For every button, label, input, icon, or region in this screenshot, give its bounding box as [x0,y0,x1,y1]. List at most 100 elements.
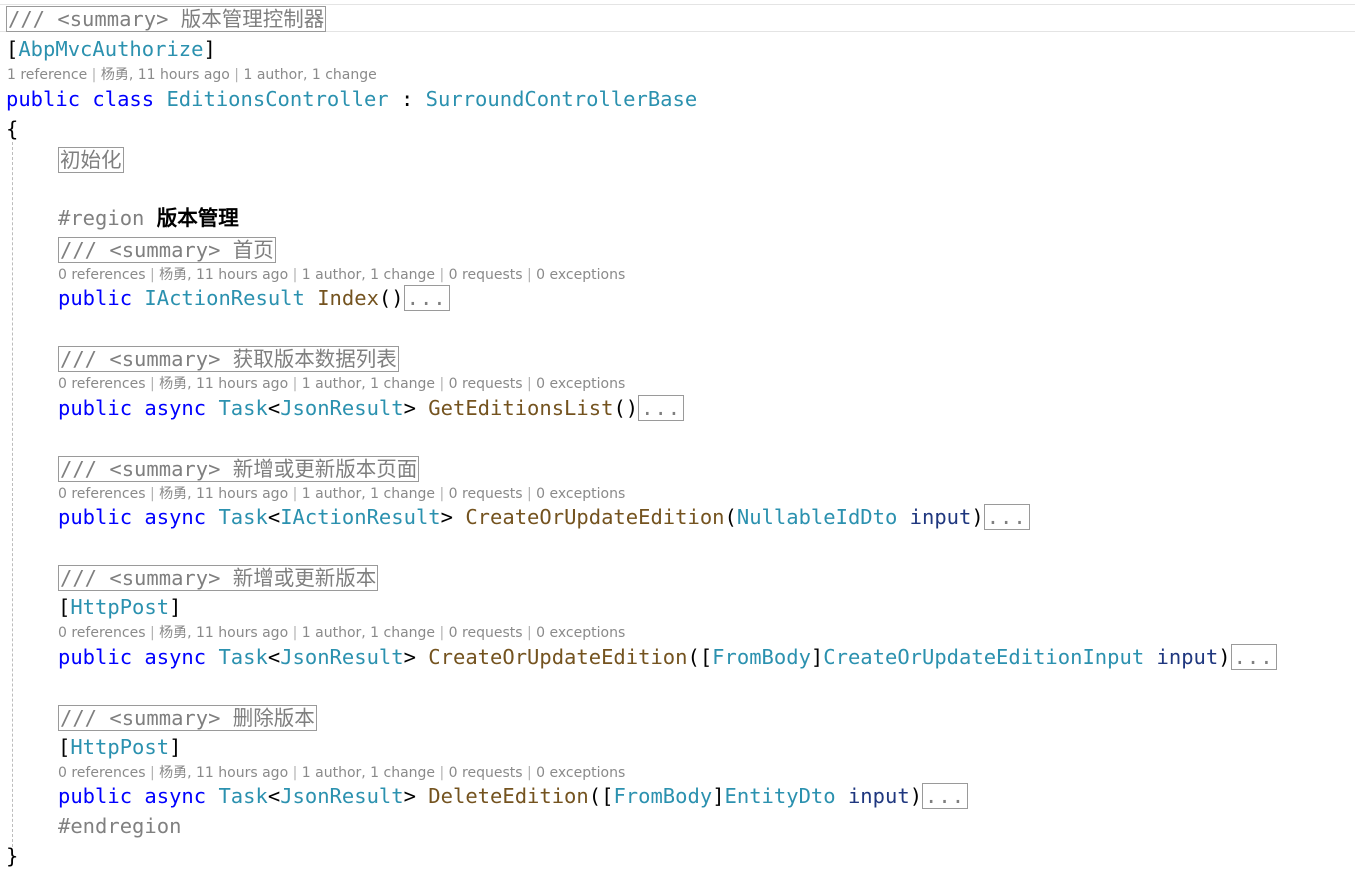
codelens-changes[interactable]: 1 author, 1 change [302,625,435,641]
keyword-public: public [6,87,81,111]
codelens-references[interactable]: 0 references [58,765,146,781]
param-type[interactable]: EntityDto [725,784,836,808]
param-attribute[interactable]: FromBody [613,784,712,808]
return-generic-arg[interactable]: JsonResult [280,396,403,420]
codelens-references[interactable]: 0 references [58,486,146,502]
keyword-public: public [58,645,133,669]
method-name[interactable]: DeleteEdition [428,784,588,808]
codelens-requests[interactable]: 0 requests [449,765,523,781]
close-paren: ) [625,396,639,420]
class-summary-line: /// <summary> 版本管理控制器 [6,6,327,32]
param-name[interactable]: input [910,505,972,529]
method-codelens: 0 references | 杨勇, 11 hours ago | 1 auth… [58,765,626,781]
method-attribute-line: [HttpPost] [58,735,182,759]
return-generic-type[interactable]: Task [218,784,267,808]
codelens-changes[interactable]: 1 author, 1 change [302,267,435,283]
method-signature: public async Task<IActionResult> CreateO… [58,504,1030,530]
param-name[interactable]: input [848,784,910,808]
codelens-requests[interactable]: 0 requests [449,625,523,641]
method-summary-line: /// <summary> 新增或更新版本 [58,565,379,591]
class-name[interactable]: EditionsController [166,87,388,111]
method-codelens: 0 references | 杨勇, 11 hours ago | 1 auth… [58,267,626,283]
codelens-exceptions[interactable]: 0 exceptions [536,267,625,283]
collapsed-body-button[interactable]: ... [922,783,969,809]
codelens-exceptions[interactable]: 0 exceptions [536,376,625,392]
codelens-requests[interactable]: 0 requests [449,486,523,502]
return-generic-type[interactable]: Task [218,645,267,669]
endregion-line: #endregion [58,813,181,839]
collapsed-body-button[interactable]: ... [1230,644,1277,670]
init-region-line: 初始化 [58,147,124,173]
keyword-public: public [58,505,133,529]
codelens-exceptions[interactable]: 0 exceptions [536,625,625,641]
keyword-public: public [58,396,133,420]
keyword-public: public [58,286,133,310]
codelens-author-time[interactable]: 杨勇, 11 hours ago [159,765,288,781]
keyword-async: async [144,645,207,669]
param-type[interactable]: CreateOrUpdateEditionInput [823,645,1144,669]
class-summary-collapsed[interactable]: /// <summary> 版本管理控制器 [6,6,327,32]
open-paren: ( [378,286,392,310]
method-name[interactable]: Index [317,286,379,310]
codelens-author-time[interactable]: 杨勇, 11 hours ago [101,67,230,83]
codelens-changes[interactable]: 1 author, 1 change [302,486,435,502]
codelens-changes[interactable]: 1 author, 1 change [302,376,435,392]
region-directive: #region [58,206,145,230]
codelens-references[interactable]: 0 references [58,267,146,283]
codelens-references[interactable]: 0 references [58,376,146,392]
codelens-author-time[interactable]: 杨勇, 11 hours ago [159,376,288,392]
codelens-changes[interactable]: 1 author, 1 change [302,765,435,781]
method-summary-collapsed[interactable]: /// <summary> 获取版本数据列表 [58,346,399,372]
keyword-async: async [144,784,207,808]
class-attribute-line: [AbpMvcAuthorize] [6,36,216,62]
method-name[interactable]: GetEditionsList [428,396,613,420]
return-generic-arg[interactable]: JsonResult [280,784,403,808]
param-attribute[interactable]: FromBody [712,645,811,669]
bracket-open: [ [6,37,19,61]
codelens-author-time[interactable]: 杨勇, 11 hours ago [159,267,288,283]
codelens-author-time[interactable]: 杨勇, 11 hours ago [159,625,288,641]
codelens-references[interactable]: 0 references [58,625,146,641]
method-summary-collapsed[interactable]: /// <summary> 删除版本 [58,705,317,731]
method-name[interactable]: CreateOrUpdateEdition [428,645,687,669]
method-codelens: 0 references | 杨勇, 11 hours ago | 1 auth… [58,625,626,641]
codelens-changes[interactable]: 1 author, 1 change [243,67,376,83]
method-summary-collapsed[interactable]: /// <summary> 新增或更新版本 [58,565,379,591]
method-signature: public async Task<JsonResult> GetEdition… [58,395,685,421]
codelens-exceptions[interactable]: 0 exceptions [536,486,625,502]
class-codelens: 1 reference | 杨勇, 11 hours ago | 1 autho… [7,67,377,83]
base-class-name[interactable]: SurroundControllerBase [426,87,698,111]
param-type[interactable]: NullableIdDto [737,505,897,529]
codelens-references[interactable]: 1 reference [7,67,87,83]
class-declaration: public class EditionsController : Surrou… [6,86,697,112]
return-type[interactable]: IActionResult [144,286,304,310]
class-attribute[interactable]: AbpMvcAuthorize [18,37,203,61]
codelens-requests[interactable]: 0 requests [449,376,523,392]
method-attribute-line: [HttpPost] [58,595,182,619]
return-generic-type[interactable]: Task [218,505,267,529]
region-line: #region 版本管理 [58,205,239,231]
method-summary-collapsed[interactable]: /// <summary> 新增或更新版本页面 [58,456,420,482]
method-summary-collapsed[interactable]: /// <summary> 首页 [58,237,276,263]
init-region-collapsed[interactable]: 初始化 [58,147,124,173]
codelens-author-time[interactable]: 杨勇, 11 hours ago [159,486,288,502]
method-summary-line: /// <summary> 删除版本 [58,705,317,731]
return-generic-arg[interactable]: IActionResult [280,505,440,529]
codelens-exceptions[interactable]: 0 exceptions [536,765,625,781]
keyword-class: class [92,87,155,111]
keyword-async: async [144,396,207,420]
codelens-requests[interactable]: 0 requests [449,267,523,283]
method-codelens: 0 references | 杨勇, 11 hours ago | 1 auth… [58,486,626,502]
method-attribute[interactable]: HttpPost [70,735,169,759]
return-generic-type[interactable]: Task [218,396,267,420]
method-attribute[interactable]: HttpPost [70,595,169,619]
collapsed-body-button[interactable]: ... [403,285,450,311]
keyword-public: public [58,784,133,808]
return-generic-arg[interactable]: JsonResult [280,645,403,669]
param-name[interactable]: input [1157,645,1219,669]
collapsed-body-button[interactable]: ... [983,504,1030,530]
close-paren: ) [391,286,404,310]
method-signature: public async Task<JsonResult> CreateOrUp… [58,644,1277,670]
method-name[interactable]: CreateOrUpdateEdition [465,505,724,529]
collapsed-body-button[interactable]: ... [638,395,685,421]
